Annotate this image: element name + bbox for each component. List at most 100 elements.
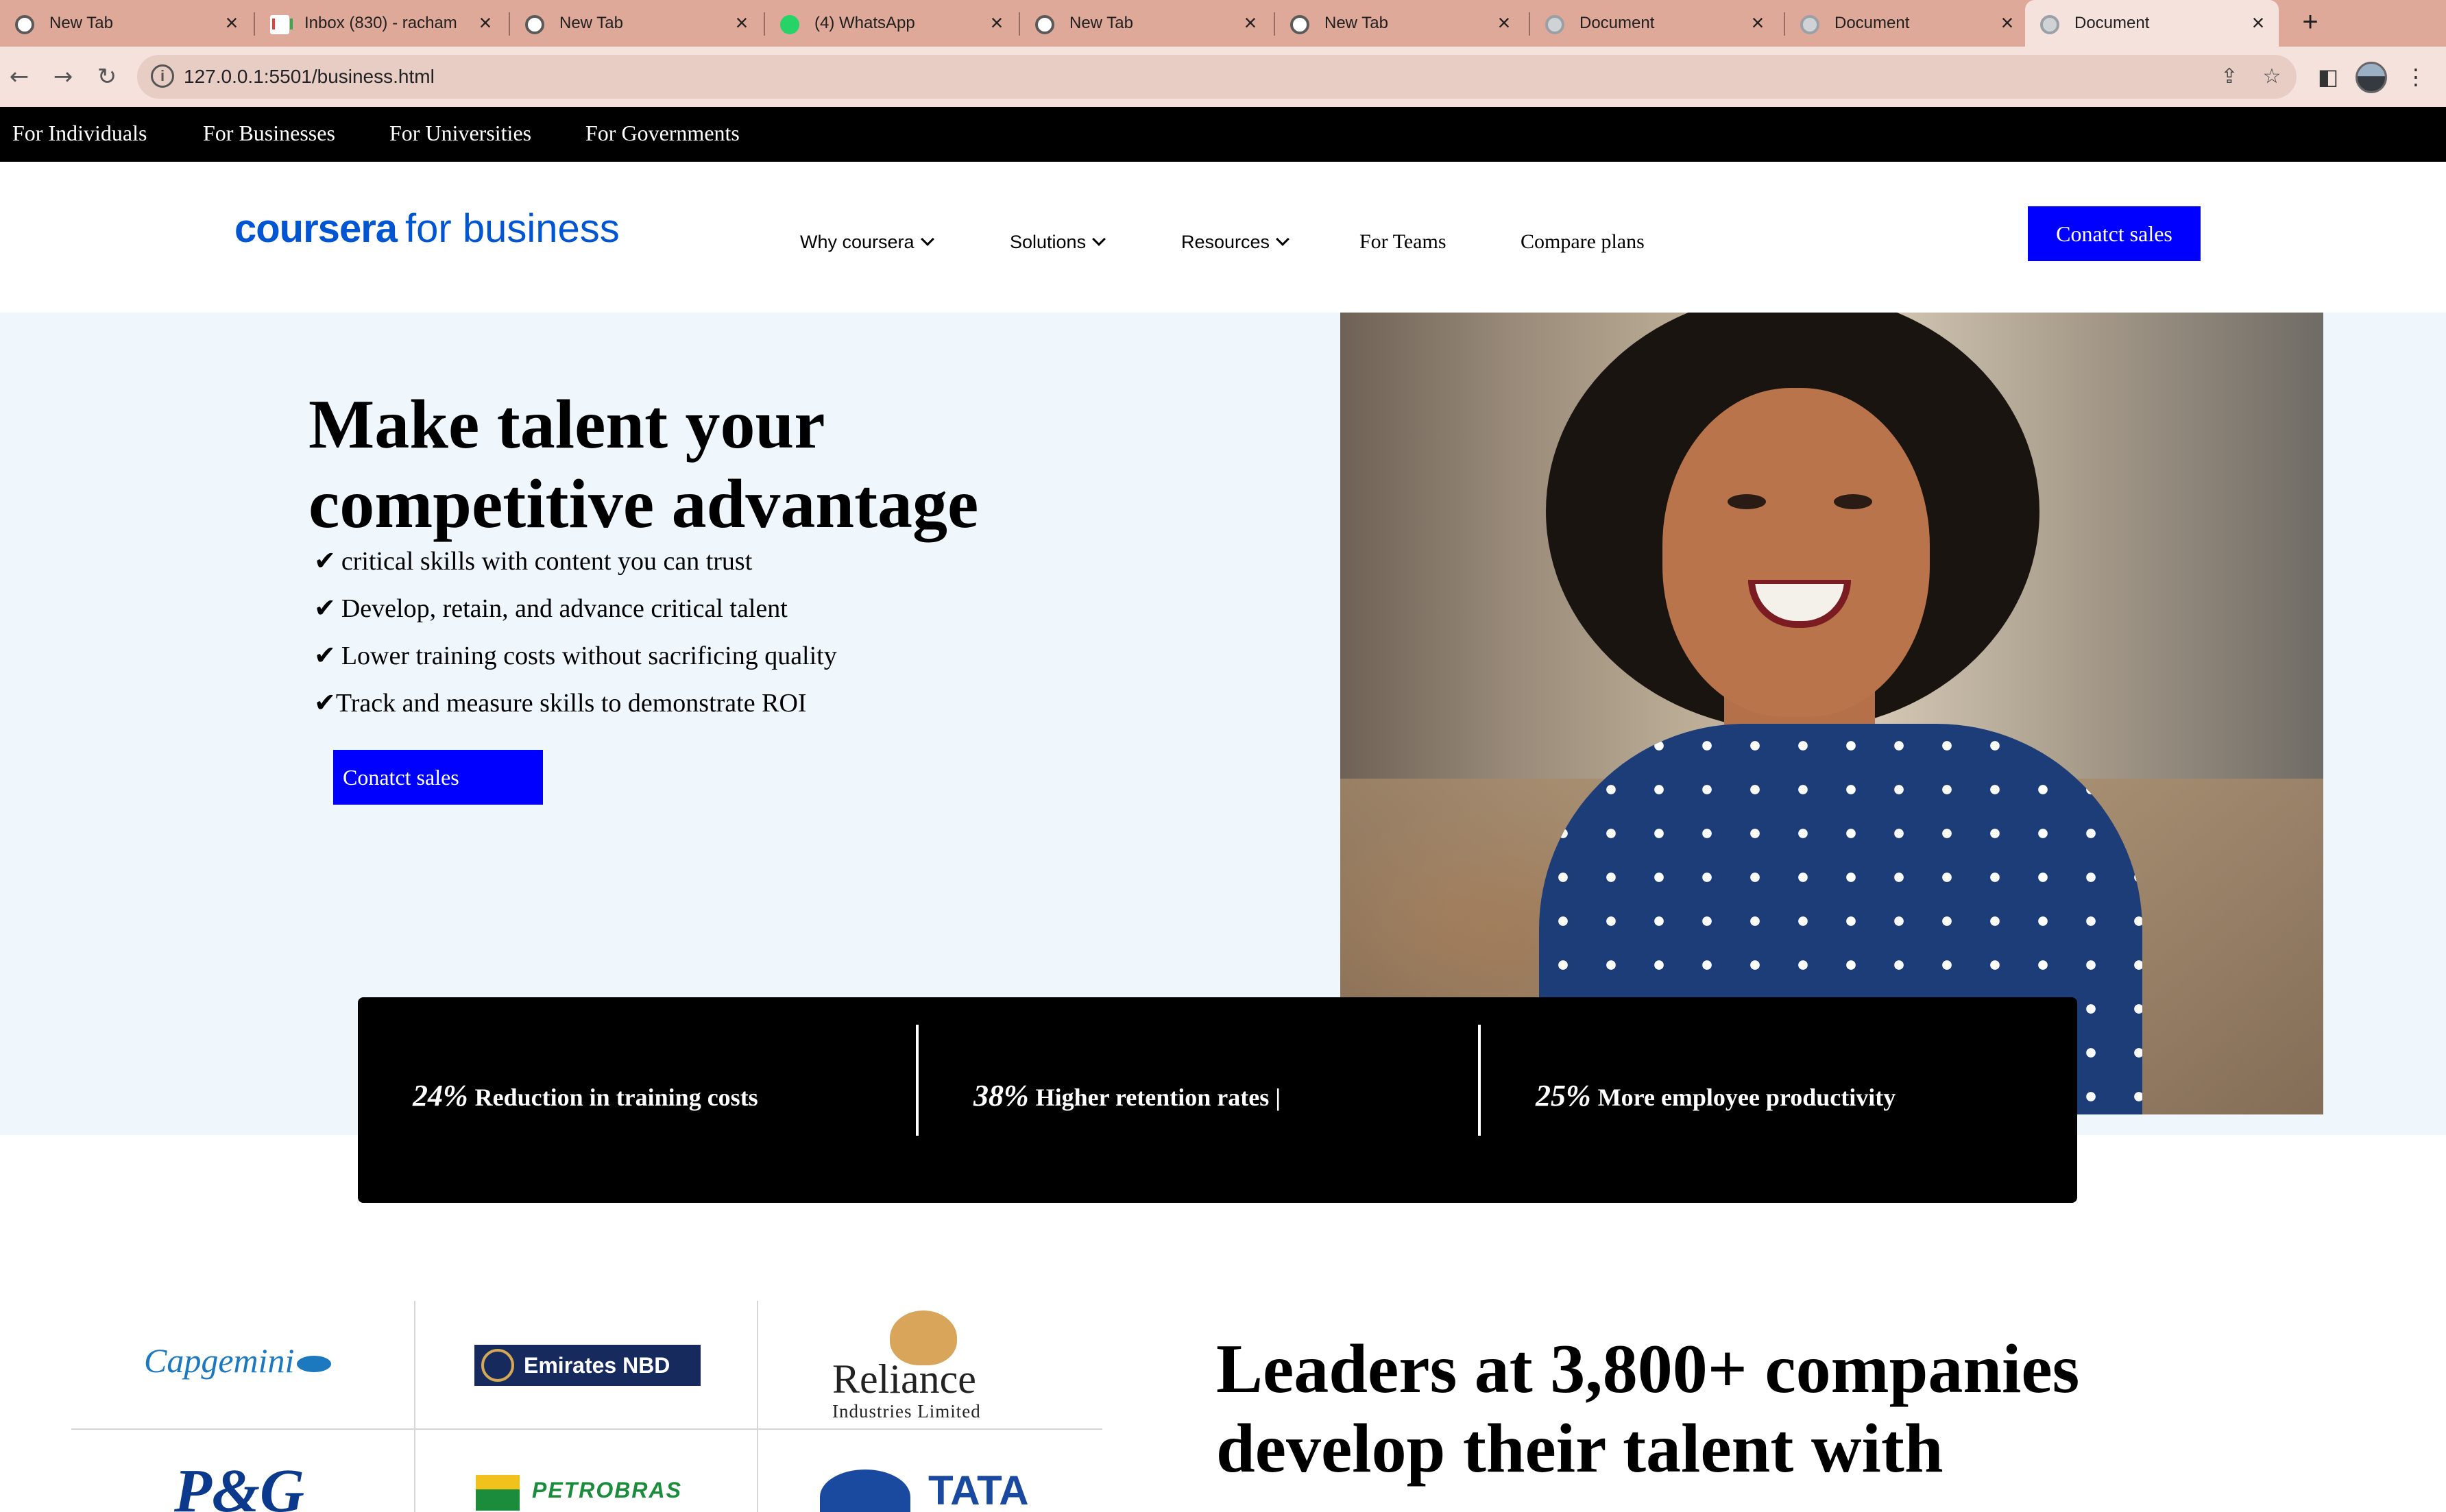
chevron-down-icon	[1092, 232, 1106, 246]
checkmark-icon: ✔	[314, 687, 336, 718]
nav-for-individuals[interactable]: For Individuals	[12, 121, 147, 146]
petrobras-mark-icon	[476, 1475, 520, 1511]
close-icon[interactable]: ×	[729, 11, 754, 36]
gmail-icon	[270, 15, 293, 34]
nav-for-businesses[interactable]: For Businesses	[203, 121, 335, 146]
list-item: ✔ critical skills with content you can tr…	[314, 546, 752, 576]
address-bar[interactable]: i 127.0.0.1:5501/business.html ⇪ ☆	[137, 55, 2297, 99]
whatsapp-icon	[780, 15, 799, 34]
chevron-down-icon	[1276, 232, 1289, 246]
globe-icon	[2040, 15, 2059, 34]
tab-title: New Tab	[1069, 14, 1133, 32]
close-icon[interactable]: ×	[2246, 11, 2271, 36]
stat-value: 38%	[973, 1079, 1029, 1112]
benefit-text: Lower training costs without sacrificing…	[341, 642, 837, 670]
checkmark-icon: ✔	[314, 640, 336, 670]
tab-title: Document	[1834, 14, 1910, 32]
browser-tab[interactable]: (4) WhatsApp ×	[765, 0, 1019, 47]
nav-solutions[interactable]: Solutions	[1010, 232, 1106, 253]
stat-value: 24%	[413, 1079, 468, 1112]
stat-item: 24% Reduction in training costs	[413, 1078, 758, 1113]
url-text[interactable]: 127.0.0.1:5501/business.html	[184, 66, 435, 88]
tab-title: New Tab	[559, 14, 623, 32]
tata-logo: TATA	[928, 1467, 1029, 1512]
nav-compare-plans[interactable]: Compare plans	[1521, 230, 1645, 254]
tab-title: (4) WhatsApp	[814, 14, 915, 32]
browser-tab[interactable]: Document ×	[1785, 0, 2022, 47]
chrome-icon	[1290, 15, 1309, 34]
reliance-logo: Reliance	[832, 1356, 976, 1402]
more-menu-icon[interactable]: ⋮	[2399, 60, 2432, 93]
close-icon[interactable]: ×	[1492, 11, 1516, 36]
nav-for-governments[interactable]: For Governments	[585, 121, 740, 146]
list-item: ✔ Lower training costs without sacrificin…	[314, 640, 837, 671]
emirates-mark-icon	[481, 1349, 514, 1382]
grid-divider	[414, 1301, 415, 1512]
browser-tab[interactable]: New Tab ×	[1275, 0, 1529, 47]
benefit-text: Track and measure skills to demonstrate …	[335, 689, 807, 718]
logo-text: Emirates NBD	[524, 1353, 670, 1378]
bookmark-star-icon[interactable]: ☆	[2260, 64, 2284, 89]
logo-text: Capgemini	[144, 1341, 295, 1380]
reload-icon[interactable]: ↻	[90, 60, 123, 93]
browser-tab[interactable]: Document ×	[1530, 0, 1784, 47]
avatar[interactable]	[2356, 62, 2387, 93]
browser-tab[interactable]: New Tab ×	[510, 0, 764, 47]
browser-tab-bar: New Tab × Inbox (830) - racham × New Tab…	[0, 0, 2446, 47]
stat-item: 38% Higher retention rates |	[973, 1078, 1281, 1113]
forward-arrow-icon[interactable]: →	[47, 60, 80, 93]
tata-mark-icon	[820, 1470, 910, 1512]
close-icon[interactable]: ×	[219, 11, 244, 36]
tab-title: New Tab	[1324, 14, 1388, 32]
list-item: ✔Track and measure skills to demonstrate…	[314, 687, 807, 718]
new-tab-button[interactable]: +	[2297, 8, 2324, 37]
chrome-icon	[1035, 15, 1054, 34]
browser-tab-active[interactable]: Document ×	[2025, 0, 2279, 47]
chrome-icon	[525, 15, 544, 34]
nav-for-universities[interactable]: For Universities	[389, 121, 531, 146]
logo-brand: coursera	[234, 206, 398, 251]
tab-title: Document	[1579, 14, 1655, 32]
hero-contact-sales-button[interactable]: Conatct sales	[333, 750, 543, 805]
close-icon[interactable]: ×	[1238, 11, 1263, 36]
share-icon[interactable]: ⇪	[2217, 64, 2242, 89]
close-icon[interactable]: ×	[1745, 11, 1770, 36]
petrobras-logo: PETROBRAS	[532, 1478, 682, 1502]
benefit-text: critical skills with content you can tru…	[341, 547, 753, 576]
stats-strip: 24% Reduction in training costs 38% Higher…	[358, 997, 2077, 1203]
pg-logo: P&G	[174, 1457, 304, 1512]
close-icon[interactable]: ×	[473, 11, 498, 36]
coursera-business-logo[interactable]: coursera for business	[234, 206, 620, 252]
browser-tab[interactable]: New Tab ×	[1020, 0, 1274, 47]
stat-item: 25% More employee productivity	[1536, 1078, 1896, 1113]
site-info-icon[interactable]: i	[151, 64, 174, 88]
photo-face	[1662, 388, 1930, 717]
tab-title: Inbox (830) - racham	[304, 14, 457, 32]
list-item: ✔ Develop, retain, and advance critical t…	[314, 593, 788, 624]
grid-divider	[71, 1428, 1102, 1430]
close-icon[interactable]: ×	[1995, 11, 2020, 36]
nav-why-coursera[interactable]: Why coursera	[800, 232, 934, 253]
logo-suffix: for business	[405, 206, 620, 251]
globe-icon	[1545, 15, 1564, 34]
stat-value: 25%	[1536, 1079, 1591, 1112]
side-panel-icon[interactable]: ◧	[2312, 60, 2345, 93]
nav-resources[interactable]: Resources	[1181, 232, 1289, 253]
browser-tab[interactable]: New Tab ×	[0, 0, 254, 47]
back-arrow-icon[interactable]: ←	[3, 60, 36, 93]
chevron-down-icon	[920, 232, 934, 246]
hero-photo-smiling-woman	[1340, 313, 2323, 1114]
tab-title: Document	[2074, 14, 2150, 32]
nav-label: Why coursera	[800, 232, 915, 252]
photo-eye	[1728, 494, 1766, 509]
nav-label: Solutions	[1010, 232, 1087, 252]
browser-tab[interactable]: Inbox (830) - racham ×	[255, 0, 509, 47]
nav-for-teams[interactable]: For Teams	[1359, 230, 1446, 254]
contact-sales-button[interactable]: Conatct sales	[2028, 206, 2201, 261]
close-icon[interactable]: ×	[984, 11, 1009, 36]
benefit-text: Develop, retain, and advance critical ta…	[341, 594, 788, 623]
capgemini-logo: Capgemini	[144, 1341, 332, 1380]
grid-divider	[757, 1301, 758, 1512]
hero-title: Make talent your competitive advantage	[308, 386, 979, 543]
stat-label: Higher retention rates |	[1035, 1084, 1281, 1111]
